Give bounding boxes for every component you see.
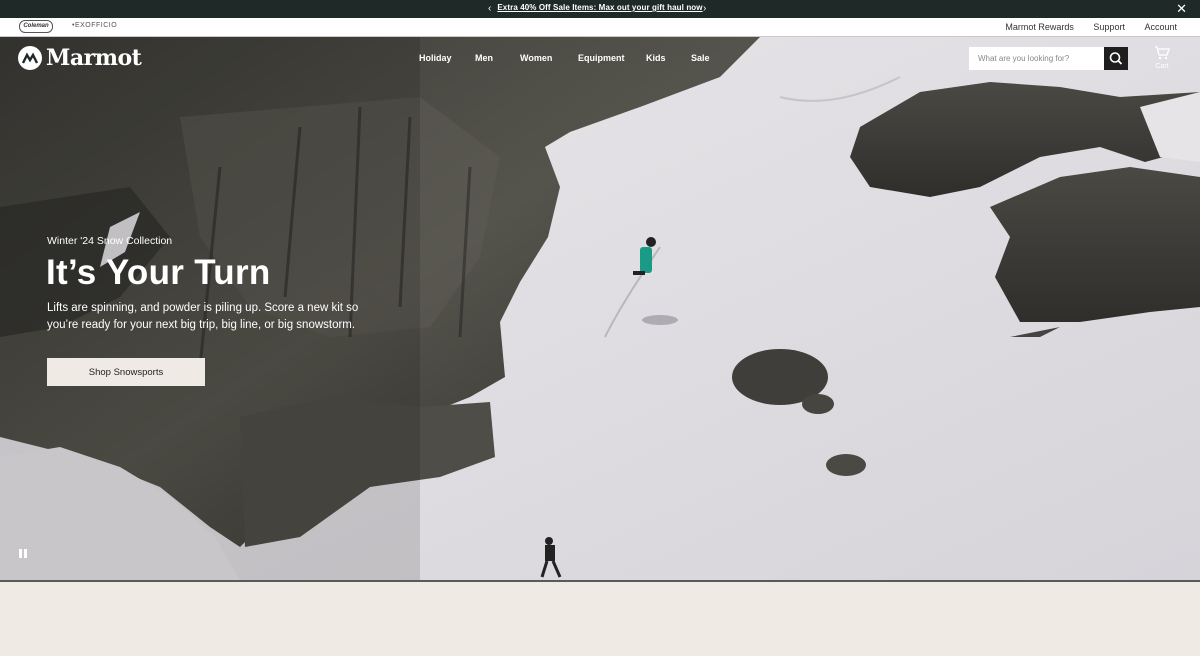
utility-links: Marmot Rewards Support Account — [988, 22, 1177, 32]
shop-snowsports-button[interactable]: Shop Snowsports — [47, 358, 205, 386]
announcement-link[interactable]: Extra 40% Off Sale Items: Max out your g… — [0, 3, 1200, 12]
brand-exofficio-logo[interactable]: •EXOFFICIO — [72, 22, 117, 29]
marmot-rewards-link[interactable]: Marmot Rewards — [1005, 22, 1074, 32]
announcement-bar: ‹ Extra 40% Off Sale Items: Max out your… — [0, 0, 1200, 18]
cart-icon — [1155, 46, 1170, 60]
account-link[interactable]: Account — [1144, 22, 1177, 32]
utility-bar: Coleman •EXOFFICIO Marmot Rewards Suppor… — [0, 18, 1200, 37]
search-button[interactable] — [1104, 47, 1128, 70]
nav-women[interactable]: Women — [520, 53, 552, 63]
support-link[interactable]: Support — [1093, 22, 1125, 32]
cart-button[interactable]: Cart — [1151, 46, 1173, 70]
nav-men[interactable]: Men — [475, 53, 493, 63]
logo-wordmark: Marmot — [46, 45, 142, 71]
cart-label: Cart — [1155, 63, 1169, 70]
hero-banner: Marmot Holiday Men Women Equipment Kids … — [0, 37, 1200, 580]
search-bar — [969, 47, 1128, 70]
marmot-mountain-icon — [18, 46, 42, 70]
brand-coleman-logo[interactable]: Coleman — [19, 20, 53, 33]
hero-eyebrow: Winter '24 Snow Collection — [47, 235, 173, 247]
search-icon — [1109, 52, 1123, 65]
nav-equipment[interactable]: Equipment — [578, 53, 625, 63]
close-icon[interactable]: ✕ — [1176, 1, 1187, 17]
nav-sale[interactable]: Sale — [691, 53, 710, 63]
brand-exofficio-label: EXOFFICIO — [74, 22, 118, 29]
nav-holiday[interactable]: Holiday — [419, 53, 452, 63]
nav-kids[interactable]: Kids — [646, 53, 666, 63]
pause-icon[interactable] — [18, 549, 28, 558]
hero-headline: It’s Your Turn — [46, 253, 271, 292]
hero-subcopy: Lifts are spinning, and powder is piling… — [47, 302, 359, 331]
below-hero-section — [0, 580, 1200, 656]
search-input[interactable] — [969, 47, 1104, 70]
chevron-right-icon[interactable]: › — [703, 2, 706, 16]
marmot-logo[interactable]: Marmot — [18, 45, 142, 71]
